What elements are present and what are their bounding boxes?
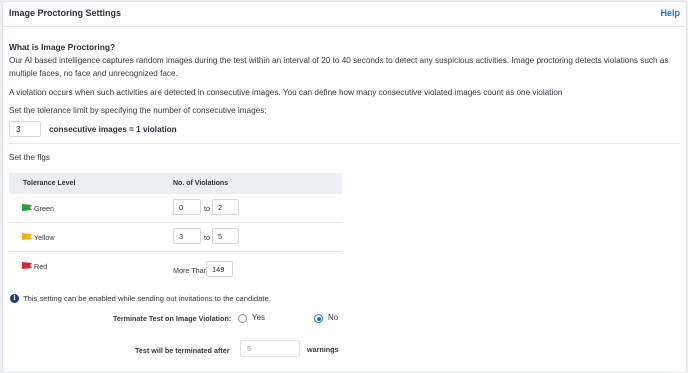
tolerance-instruction: Set the tolerance limit by specifying th… — [9, 106, 267, 115]
terminate-no-radio[interactable] — [314, 314, 323, 323]
help-link[interactable]: Help — [660, 8, 680, 18]
green-to-input[interactable]: 2 — [212, 199, 239, 215]
column-header-tolerance: Tolerance Level — [23, 180, 76, 187]
red-value-input[interactable]: 149 — [206, 261, 233, 277]
divider — [9, 143, 680, 144]
terminate-yes-label[interactable]: Yes — [252, 313, 265, 322]
green-from-input[interactable]: 0 — [173, 199, 201, 215]
red-flag-icon — [22, 262, 32, 269]
settings-card: Image Proctoring Settings Help What is I… — [2, 1, 687, 373]
yellow-to-input[interactable]: 5 — [212, 228, 239, 244]
table-header: Tolerance Level No. of Violations — [9, 173, 342, 194]
table-row-green: Green 0 to 2 — [9, 194, 342, 223]
warnings-input[interactable]: 5 — [240, 340, 300, 357]
terminate-yes-radio[interactable] — [238, 314, 247, 323]
flags-table: Tolerance Level No. of Violations Green … — [9, 173, 342, 280]
yellow-to-text: to — [204, 233, 210, 242]
info-text: This setting can be enabled while sendin… — [23, 294, 271, 303]
green-flag-icon — [22, 204, 32, 211]
level-name-green: Green — [34, 204, 54, 213]
red-more-than-text: More Than — [173, 266, 208, 275]
tolerance-input[interactable]: 3 — [9, 121, 41, 137]
terminate-no-label[interactable]: No — [328, 313, 338, 322]
warnings-label: Test will be terminated after — [135, 346, 230, 355]
table-row-red: Red More Than 149 — [9, 252, 342, 280]
tolerance-label: consecutive images = 1 violation — [49, 125, 177, 134]
card-header: Image Proctoring Settings Help — [3, 2, 686, 27]
page-title: Image Proctoring Settings — [9, 8, 122, 18]
violation-text: A violation occurs when such activities … — [9, 88, 563, 97]
warnings-suffix: warnings — [307, 345, 339, 354]
intro-description: Our AI based intelligence captures rando… — [9, 56, 669, 78]
green-to-text: to — [204, 204, 210, 213]
yellow-from-input[interactable]: 3 — [173, 228, 201, 244]
info-icon: i — [10, 294, 19, 303]
level-name-red: Red — [34, 262, 48, 271]
intro-heading: What is Image Proctoring? — [9, 42, 116, 52]
terminate-label: Terminate Test on Image Violation: — [113, 314, 232, 323]
level-name-yellow: Yellow — [34, 233, 55, 242]
column-header-violations: No. of Violations — [173, 180, 229, 187]
yellow-flag-icon — [22, 233, 32, 240]
flags-label: Set the flgs — [9, 153, 50, 162]
table-row-yellow: Yellow 3 to 5 — [9, 223, 342, 252]
